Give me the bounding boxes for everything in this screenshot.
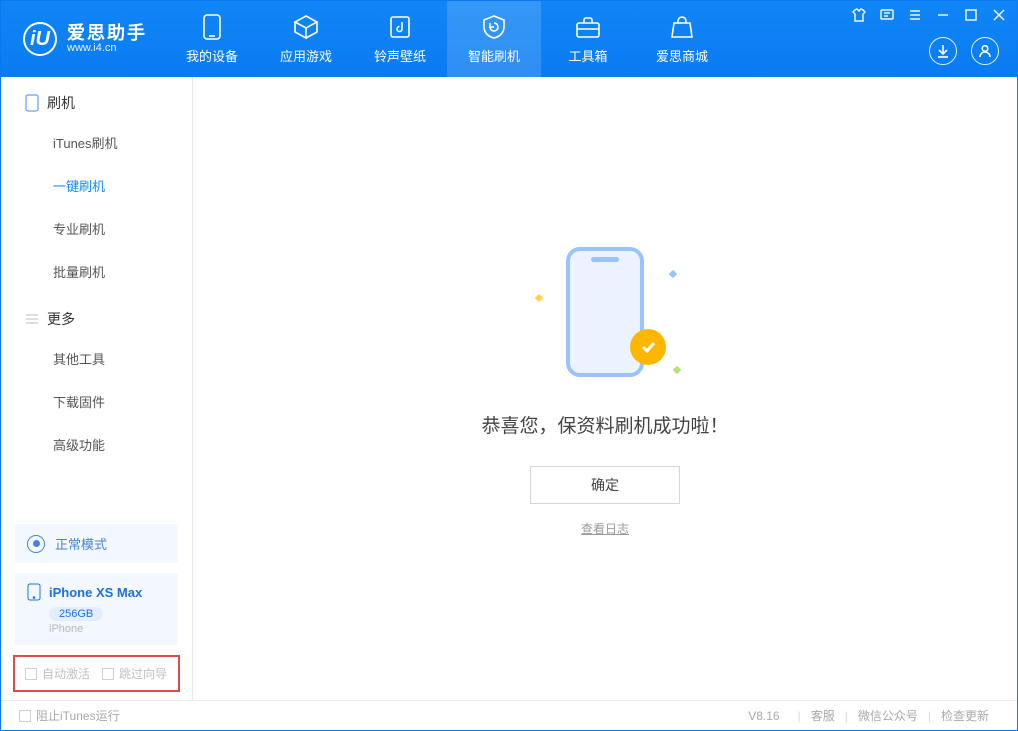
tab-smart-flash[interactable]: 智能刷机 (447, 1, 541, 77)
checkbox-icon (25, 668, 37, 680)
cube-icon (293, 14, 319, 40)
checkbox-block-itunes[interactable]: 阻止iTunes运行 (19, 707, 120, 724)
app-window: iU 爱思助手 www.i4.cn 我的设备 应用游戏 铃声壁纸 智能刷机 (0, 0, 1018, 731)
maximize-button[interactable] (963, 7, 979, 23)
device-small-icon (25, 94, 39, 112)
checkbox-label: 阻止iTunes运行 (36, 707, 120, 724)
sidebar-item-batch-flash[interactable]: 批量刷机 (25, 250, 192, 293)
body: 刷机 iTunes刷机 一键刷机 专业刷机 批量刷机 更多 其他工具 下载固件 … (1, 77, 1017, 700)
tab-my-device[interactable]: 我的设备 (165, 1, 259, 77)
device-name: iPhone XS Max (49, 585, 142, 600)
logo-icon: iU (23, 22, 57, 56)
sidebar-item-pro-flash[interactable]: 专业刷机 (25, 207, 192, 250)
footer-link-support[interactable]: 客服 (801, 707, 845, 724)
sidebar-item-onekey-flash[interactable]: 一键刷机 (25, 164, 192, 207)
device-type: iPhone (49, 623, 166, 635)
main-tabs: 我的设备 应用游戏 铃声壁纸 智能刷机 工具箱 爱思商城 (165, 1, 729, 77)
checkbox-icon (19, 710, 31, 722)
device-small-icon (27, 583, 41, 601)
options-highlight-box: 自动激活 跳过向导 (13, 655, 180, 692)
tab-apps-games[interactable]: 应用游戏 (259, 1, 353, 77)
footer-link-check-update[interactable]: 检查更新 (931, 707, 999, 724)
checkbox-icon (102, 668, 114, 680)
footer-link-wechat[interactable]: 微信公众号 (848, 707, 928, 724)
device-capacity: 256GB (49, 607, 103, 621)
sidebar-header-flash: 刷机 (25, 93, 192, 113)
menu-icon[interactable] (907, 7, 923, 23)
download-icon[interactable] (929, 37, 957, 65)
success-message: 恭喜您，保资料刷机成功啦！ (481, 411, 728, 438)
mode-card[interactable]: 正常模式 (15, 524, 178, 563)
user-icon[interactable] (971, 37, 999, 65)
sparkle-icon (535, 293, 543, 301)
view-log-link[interactable]: 查看日志 (581, 520, 629, 537)
sidebar-header-more: 更多 (25, 309, 192, 329)
version-label: V8.16 (748, 709, 779, 723)
checkbox-auto-activate[interactable]: 自动激活 (25, 665, 90, 682)
tab-label: 铃声壁纸 (374, 46, 426, 65)
sidebar-header-label: 更多 (47, 309, 75, 329)
shield-refresh-icon (481, 14, 507, 40)
main-content: 恭喜您，保资料刷机成功啦！ 确定 查看日志 (193, 77, 1017, 700)
sidebar-item-advanced[interactable]: 高级功能 (25, 423, 192, 466)
tab-label: 爱思商城 (656, 46, 708, 65)
sidebar-item-download-firmware[interactable]: 下载固件 (25, 380, 192, 423)
header-right-icons (929, 37, 999, 65)
tab-label: 应用游戏 (280, 46, 332, 65)
tshirt-icon[interactable] (851, 7, 867, 23)
music-note-icon (387, 14, 413, 40)
feedback-icon[interactable] (879, 7, 895, 23)
mode-label: 正常模式 (55, 534, 107, 553)
sidebar-header-label: 刷机 (47, 93, 75, 113)
app-name: 爱思助手 (67, 24, 147, 43)
window-controls (851, 7, 1007, 23)
bag-icon (669, 14, 695, 40)
titlebar: iU 爱思助手 www.i4.cn 我的设备 应用游戏 铃声壁纸 智能刷机 (1, 1, 1017, 77)
sidebar: 刷机 iTunes刷机 一键刷机 专业刷机 批量刷机 更多 其他工具 下载固件 … (1, 77, 193, 700)
success-illustration (530, 241, 680, 391)
tab-label: 智能刷机 (468, 46, 520, 65)
check-badge-icon (630, 329, 666, 365)
toolbox-icon (575, 14, 601, 40)
tab-ringtones-wallpapers[interactable]: 铃声壁纸 (353, 1, 447, 77)
sidebar-item-other-tools[interactable]: 其他工具 (25, 337, 192, 380)
list-icon (25, 312, 39, 326)
logo: iU 爱思助手 www.i4.cn (1, 1, 165, 77)
minimize-button[interactable] (935, 7, 951, 23)
checkbox-label: 跳过向导 (119, 665, 167, 682)
statusbar: 阻止iTunes运行 V8.16 | 客服 | 微信公众号 | 检查更新 (1, 700, 1017, 730)
sparkle-icon (673, 365, 681, 373)
checkbox-skip-guide[interactable]: 跳过向导 (102, 665, 167, 682)
device-icon (199, 14, 225, 40)
mode-dot-icon (27, 535, 45, 553)
sparkle-icon (669, 269, 677, 277)
tab-toolbox[interactable]: 工具箱 (541, 1, 635, 77)
device-card[interactable]: iPhone XS Max 256GB iPhone (15, 573, 178, 645)
tab-label: 工具箱 (568, 46, 607, 65)
close-button[interactable] (991, 7, 1007, 23)
tab-store[interactable]: 爱思商城 (635, 1, 729, 77)
ok-button[interactable]: 确定 (530, 466, 680, 504)
tab-label: 我的设备 (186, 46, 238, 65)
app-url: www.i4.cn (67, 43, 147, 55)
sidebar-item-itunes-flash[interactable]: iTunes刷机 (25, 121, 192, 164)
checkbox-label: 自动激活 (42, 665, 90, 682)
